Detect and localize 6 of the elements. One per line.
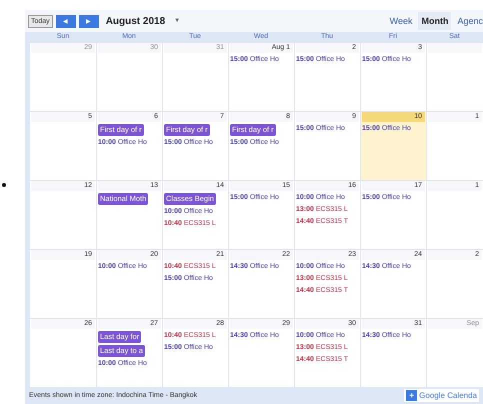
bullet-icon (2, 183, 6, 187)
google-calendar-badge[interactable]: + Google Calenda (404, 389, 479, 402)
view-tab[interactable]: Agenc (454, 12, 483, 30)
month-title: August 2018 (106, 16, 166, 26)
view-tab[interactable]: Month (418, 12, 452, 30)
view-tab[interactable]: Week (386, 12, 416, 30)
